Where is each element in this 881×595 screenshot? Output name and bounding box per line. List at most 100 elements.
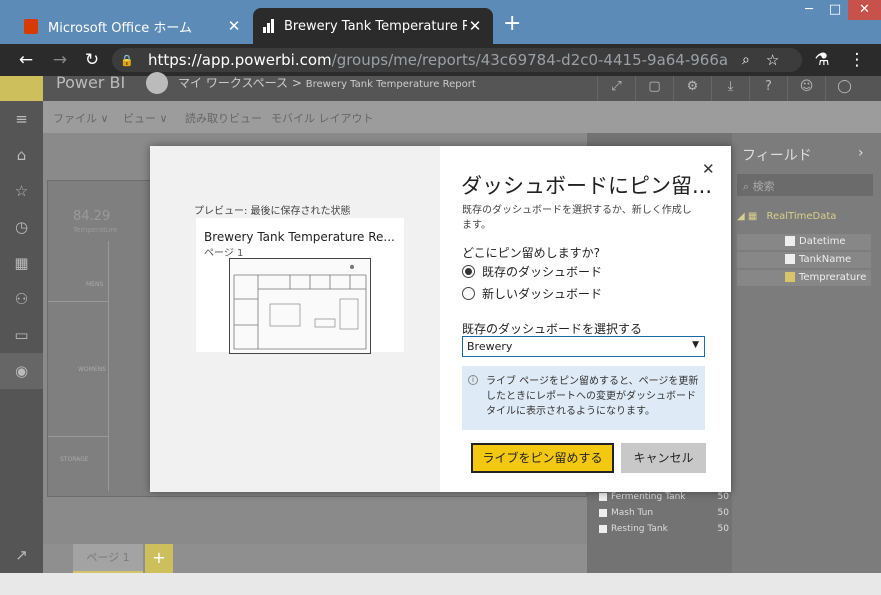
list-item[interactable]: Resting Tank 50	[599, 521, 729, 537]
header-icons: ⤢ ▢ ⚙ ⤓ ? ☺ ◯	[597, 76, 863, 101]
floorplan-thumbnail	[230, 259, 370, 353]
page-tab-bar: ページ 1 +	[43, 544, 587, 573]
bookmark-star-icon[interactable]: ☆	[766, 51, 779, 69]
menu-mobile-layout[interactable]: モバイル レイアウト	[271, 110, 374, 126]
page-tab[interactable]: ページ 1	[73, 544, 143, 573]
user-avatar-icon[interactable]: ◯	[825, 76, 863, 101]
cancel-button[interactable]: キャンセル	[621, 443, 706, 473]
lock-icon: 🔒	[120, 53, 134, 67]
preview-card: Brewery Tank Temperature Re... ページ 1	[196, 218, 404, 354]
dialog-description: 既存のダッシュボードを選択するか、新しく作成します。	[462, 205, 692, 231]
app-title: Power BI	[56, 73, 126, 92]
kpi-value: 84.29	[73, 209, 111, 224]
tab-title: Brewery Tank Temperature Re	[284, 18, 467, 34]
dropdown-arrow-icon: ▼	[692, 340, 699, 350]
field-item-tankname[interactable]: TankName	[737, 252, 871, 268]
fields-search-input[interactable]: ⌕ 検索	[737, 174, 873, 196]
report-thumbnail	[229, 258, 371, 354]
room-label: STORAGE	[60, 456, 89, 463]
my-workspace-icon[interactable]: ◉	[0, 353, 43, 389]
checkbox-checked[interactable]	[785, 272, 795, 282]
zoom-icon[interactable]: ⌕	[742, 52, 750, 68]
field-item-temperature[interactable]: Tempreraturе	[737, 270, 871, 286]
checkbox[interactable]	[785, 254, 795, 264]
dialog-title: ダッシュボードにピン留...	[461, 174, 713, 198]
extension-icon[interactable]: ⚗	[810, 48, 834, 72]
radio-existing-dashboard[interactable]: 既存のダッシュボード	[462, 263, 602, 280]
info-icon: i	[468, 375, 478, 385]
filter-list: Fermenting Tank 50 Mash Tun 50 Resting Tan…	[599, 489, 729, 537]
menu-view[interactable]: ビュー ∨	[123, 110, 168, 126]
left-nav: ≡ ⌂ ☆ ◷ ▦ ⚇ ▭ ◉ ↗	[0, 101, 43, 573]
add-page-button[interactable]: +	[145, 544, 173, 573]
menu-dots-icon[interactable]: ⋮	[845, 48, 869, 72]
menu-file[interactable]: ファイル ∨	[53, 110, 109, 126]
close-tab-icon[interactable]: ✕	[226, 17, 242, 35]
tab-brewery-report[interactable]: Brewery Tank Temperature Re ✕	[253, 8, 493, 44]
room-label: WOMENS	[78, 366, 106, 373]
preview-page: ページ 1	[204, 248, 244, 259]
checkbox[interactable]	[599, 525, 607, 533]
favorites-star-icon[interactable]: ☆	[0, 173, 43, 209]
help-icon[interactable]: ?	[749, 76, 787, 101]
app-header: Power BI マイ ワークスペース > Brewery Tank Tempe…	[0, 72, 881, 101]
checkbox[interactable]	[785, 236, 795, 246]
reload-icon[interactable]: ↻	[80, 48, 104, 72]
recent-clock-icon[interactable]: ◷	[0, 209, 43, 245]
checkbox[interactable]	[599, 509, 607, 517]
browser-status-bar	[0, 573, 881, 595]
preview-label: プレビュー: 最後に保存された状態	[194, 206, 351, 217]
pin-live-button[interactable]: ライブをピン留めする	[471, 443, 614, 473]
close-icon[interactable]: ✕	[702, 160, 715, 178]
radio-unselected-icon[interactable]	[462, 287, 475, 300]
info-box: i ライブ ページをピン留めすると、ページを更新したときにレポートへの変更がダッ…	[462, 366, 705, 430]
browser-toolbar: ← → ↻ 🔒 https://app.powerbi.com/groups/m…	[0, 44, 881, 76]
checkbox[interactable]	[599, 493, 607, 501]
shared-icon[interactable]: ⚇	[0, 281, 43, 317]
fields-pane: フィールド › ⌕ 検索 ◢ ▦ RealTimeData Datetime T…	[732, 133, 881, 573]
tab-office-home[interactable]: Microsoft Office ホーム ✕	[14, 8, 252, 44]
dashboard-select[interactable]: Brewery ▼	[462, 336, 705, 357]
comment-icon[interactable]: ▢	[635, 76, 673, 101]
app-launcher-icon[interactable]	[0, 76, 43, 101]
kpi-label: Temperature	[73, 226, 118, 234]
back-arrow-icon[interactable]: ←	[14, 48, 38, 72]
menu-reading-view[interactable]: 読み取りビュー	[185, 110, 262, 126]
report-menu-bar: ファイル ∨ ビュー ∨ 読み取りビュー モバイル レイアウト	[43, 101, 881, 133]
table-node[interactable]: ◢ ▦ RealTimeData	[737, 211, 836, 222]
feedback-icon[interactable]: ☺	[787, 76, 825, 101]
field-item-datetime[interactable]: Datetime	[737, 234, 871, 250]
radio-new-dashboard[interactable]: 新しいダッシュボード	[462, 285, 602, 302]
workspace-avatar-icon	[146, 72, 168, 94]
hamburger-icon[interactable]: ≡	[0, 101, 43, 137]
pin-to-dashboard-dialog: プレビュー: 最後に保存された状態 Brewery Tank Temperatu…	[150, 146, 731, 492]
radio-selected-icon[interactable]	[462, 265, 475, 278]
url-text: https://app.powerbi.com/groups/me/report…	[148, 51, 728, 69]
breadcrumb-workspace[interactable]: マイ ワークスペース	[178, 76, 288, 90]
window-close-button[interactable]: ✕	[848, 0, 881, 20]
info-text: ライブ ページをピン留めすると、ページを更新したときにレポートへの変更がダッシュ…	[486, 376, 699, 417]
list-item[interactable]: Mash Tun 50	[599, 505, 729, 521]
browser-tab-strip: Microsoft Office ホーム ✕ Brewery Tank Temp…	[0, 0, 881, 44]
where-label: どこにピン留めしますか?	[462, 246, 601, 260]
new-tab-button[interactable]: +	[503, 12, 521, 36]
tab-title: Microsoft Office ホーム	[48, 20, 192, 36]
download-icon[interactable]: ⤓	[711, 76, 749, 101]
preview-title: Brewery Tank Temperature Re...	[204, 230, 395, 244]
address-bar[interactable]: 🔒 https://app.powerbi.com/groups/me/repo…	[112, 48, 802, 72]
office-logo-icon	[24, 18, 38, 34]
chevron-right-icon[interactable]: ›	[858, 145, 864, 161]
home-icon[interactable]: ⌂	[0, 137, 43, 173]
forward-arrow-icon[interactable]: →	[48, 48, 72, 72]
select-dashboard-label: 既存のダッシュボードを選択する	[462, 322, 643, 336]
preview-pane: プレビュー: 最後に保存された状態 Brewery Tank Temperatu…	[150, 146, 440, 492]
workspaces-icon[interactable]: ▭	[0, 317, 43, 353]
get-data-arrow-icon[interactable]: ↗	[0, 537, 43, 573]
expand-icon[interactable]: ⤢	[597, 76, 635, 101]
close-tab-icon[interactable]: ✕	[467, 17, 483, 35]
minimize-button[interactable]: ─	[796, 0, 822, 20]
powerbi-logo-icon	[263, 19, 274, 33]
gear-icon[interactable]: ⚙	[673, 76, 711, 101]
maximize-button[interactable]: □	[822, 0, 848, 20]
apps-icon[interactable]: ▦	[0, 245, 43, 281]
